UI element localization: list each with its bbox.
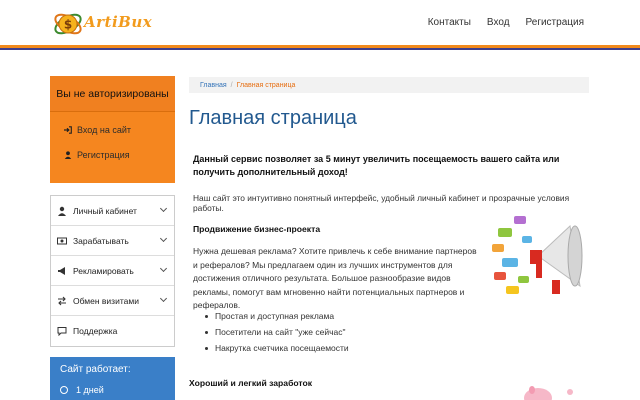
list-item: Накрутка счетчика посещаемости xyxy=(205,340,349,356)
nav-contacts[interactable]: Контакты xyxy=(428,17,471,28)
sidebar-item-label: Рекламировать xyxy=(73,265,134,276)
breadcrumb: Главная / Главная страница xyxy=(189,77,589,93)
sidebar-item-label: Обмен визитами xyxy=(73,295,139,306)
uptime-row: 1 дней xyxy=(60,385,104,395)
chevron-down-icon xyxy=(159,234,168,243)
money-icon xyxy=(57,237,67,244)
nav-register[interactable]: Регистрация xyxy=(526,17,584,28)
list-item: Посетители на сайт "уже сейчас" xyxy=(205,324,349,340)
megaphone-icon xyxy=(58,266,65,275)
header-stripe-blue xyxy=(0,48,640,50)
earn-heading: Хороший и легкий заработок xyxy=(189,378,313,388)
top-nav: Контакты Вход Регистрация xyxy=(428,17,584,28)
breadcrumb-current: Главная страница xyxy=(236,81,296,89)
user-icon xyxy=(58,206,66,216)
sidebar-menu: Личный кабинет Зарабатывать Рекламироват… xyxy=(50,195,175,347)
sidebar-item-advertise[interactable]: Рекламировать xyxy=(51,256,174,286)
auth-title: Вы не авторизированы xyxy=(50,76,175,112)
sidebar-item-earn[interactable]: Зарабатывать xyxy=(51,226,174,256)
page-title: Главная страница xyxy=(189,107,357,129)
promo-text: Нужна дешевая реклама? Хотите привлечь к… xyxy=(193,246,477,310)
piggy-bank-illustration xyxy=(524,386,573,400)
sidebar-item-support[interactable]: Поддержка xyxy=(51,316,174,346)
svg-text:$: $ xyxy=(64,18,72,32)
comment-icon xyxy=(57,327,67,336)
logo-text[interactable]: ArtiBux xyxy=(84,13,152,31)
lead-text: Данный сервис позволяет за 5 минут увели… xyxy=(193,154,560,177)
chevron-down-icon xyxy=(159,264,168,273)
uptime-panel: Сайт работает: 1 дней xyxy=(50,357,175,400)
chevron-down-icon xyxy=(159,204,168,213)
auth-panel: Вы не авторизированы Вход на сайт Регист… xyxy=(50,76,175,183)
register-link[interactable]: Регистрация xyxy=(64,150,130,160)
sidebar-item-label: Поддержка xyxy=(73,326,118,336)
breadcrumb-separator: / xyxy=(230,81,233,89)
chevron-down-icon xyxy=(159,294,168,303)
sidebar-item-label: Личный кабинет xyxy=(73,205,137,216)
sidebar-item-label: Зарабатывать xyxy=(73,235,129,246)
list-item: Простая и доступная реклама xyxy=(205,308,349,324)
sidebar-item-exchange[interactable]: Обмен визитами xyxy=(51,286,174,316)
breadcrumb-home[interactable]: Главная xyxy=(200,82,227,89)
login-label: Вход на сайт xyxy=(77,125,131,135)
uptime-title: Сайт работает: xyxy=(60,364,131,375)
user-icon xyxy=(64,151,72,159)
login-link[interactable]: Вход на сайт xyxy=(64,125,131,135)
exchange-icon xyxy=(58,296,66,305)
feature-list: Простая и доступная реклама Посетители н… xyxy=(205,308,349,356)
megaphone-illustration xyxy=(492,216,583,294)
promo-heading: Продвижение бизнес-проекта xyxy=(193,224,321,234)
clock-icon xyxy=(60,386,68,394)
uptime-value: 1 дней xyxy=(76,385,104,395)
nav-login[interactable]: Вход xyxy=(487,17,510,28)
register-label: Регистрация xyxy=(77,150,130,160)
sign-in-icon xyxy=(64,126,72,134)
sidebar-item-cabinet[interactable]: Личный кабинет xyxy=(51,196,174,226)
